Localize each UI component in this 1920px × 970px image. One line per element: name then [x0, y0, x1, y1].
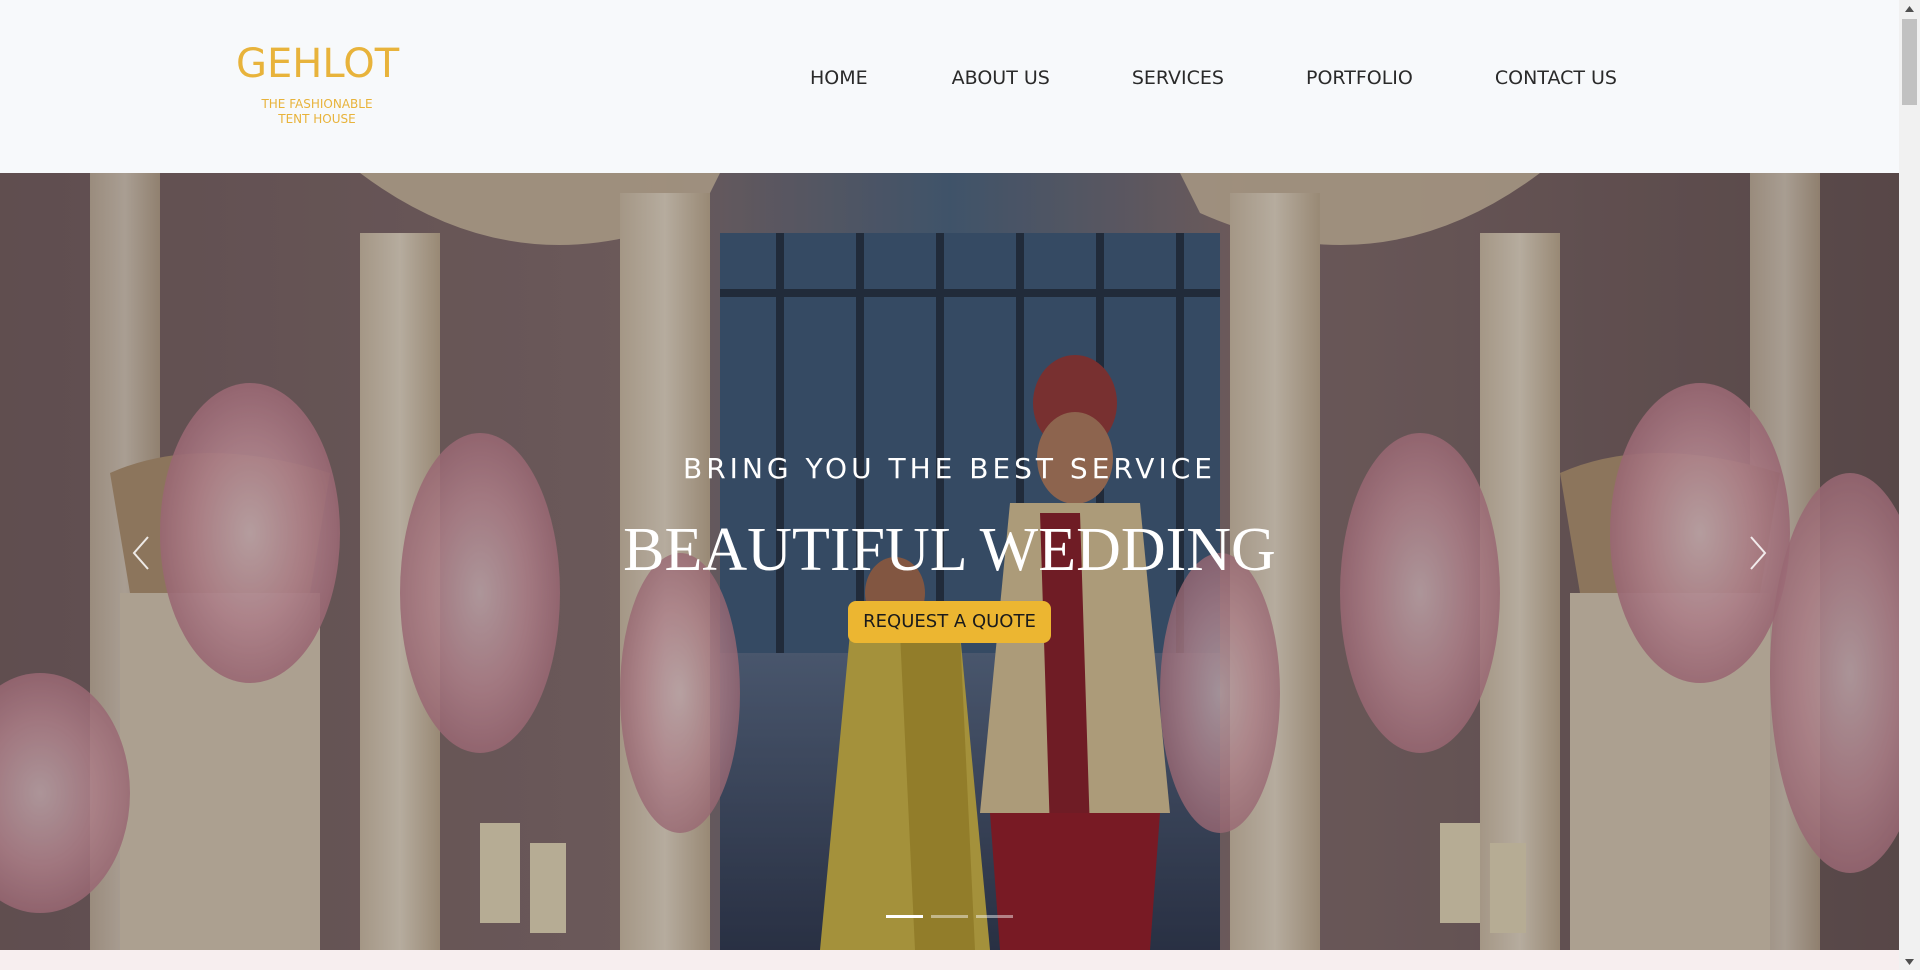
next-section-edge — [0, 950, 1899, 970]
nav-item-services[interactable]: SERVICES — [1132, 64, 1224, 92]
carousel-indicator-1[interactable] — [886, 915, 923, 918]
request-quote-button[interactable]: REQUEST A QUOTE — [848, 601, 1051, 643]
scroll-up-button[interactable] — [1899, 0, 1920, 17]
site-header: GEHLOT THE FASHIONABLE TENT HOUSE HOME A… — [0, 0, 1899, 173]
page: GEHLOT THE FASHIONABLE TENT HOUSE HOME A… — [0, 0, 1920, 970]
logo-tagline: THE FASHIONABLE TENT HOUSE — [261, 97, 373, 126]
logo-link[interactable]: GEHLOT THE FASHIONABLE TENT HOUSE — [236, 40, 400, 127]
main-nav: HOME ABOUT US SERVICES PORTFOLIO CONTACT… — [810, 64, 1617, 92]
page-scrollbar[interactable] — [1899, 0, 1920, 970]
hero-carousel: BRING YOU THE BEST SERVICE BEAUTIFUL WED… — [0, 173, 1899, 950]
logo-title: GEHLOT — [236, 41, 400, 87]
chevron-right-icon — [1750, 536, 1767, 570]
nav-item-contact-us[interactable]: CONTACT US — [1495, 64, 1617, 92]
hero-subtitle: BRING YOU THE BEST SERVICE — [683, 452, 1216, 485]
triangle-up-icon — [1905, 5, 1914, 12]
scrollbar-thumb[interactable] — [1902, 19, 1917, 105]
hero-caption: BRING YOU THE BEST SERVICE BEAUTIFUL WED… — [0, 449, 1899, 643]
nav-item-home[interactable]: HOME — [810, 64, 868, 92]
carousel-prev-button[interactable] — [122, 533, 162, 573]
nav-item-portfolio[interactable]: PORTFOLIO — [1306, 64, 1413, 92]
scroll-down-button[interactable] — [1899, 953, 1920, 970]
chevron-left-icon — [132, 536, 149, 570]
carousel-next-button[interactable] — [1737, 533, 1777, 573]
carousel-indicators — [886, 915, 1013, 918]
triangle-down-icon — [1905, 958, 1914, 965]
carousel-indicator-2[interactable] — [931, 915, 968, 918]
nav-item-about-us[interactable]: ABOUT US — [952, 64, 1050, 92]
carousel-indicator-3[interactable] — [976, 915, 1013, 918]
hero-title: BEAUTIFUL WEDDING — [623, 516, 1276, 584]
